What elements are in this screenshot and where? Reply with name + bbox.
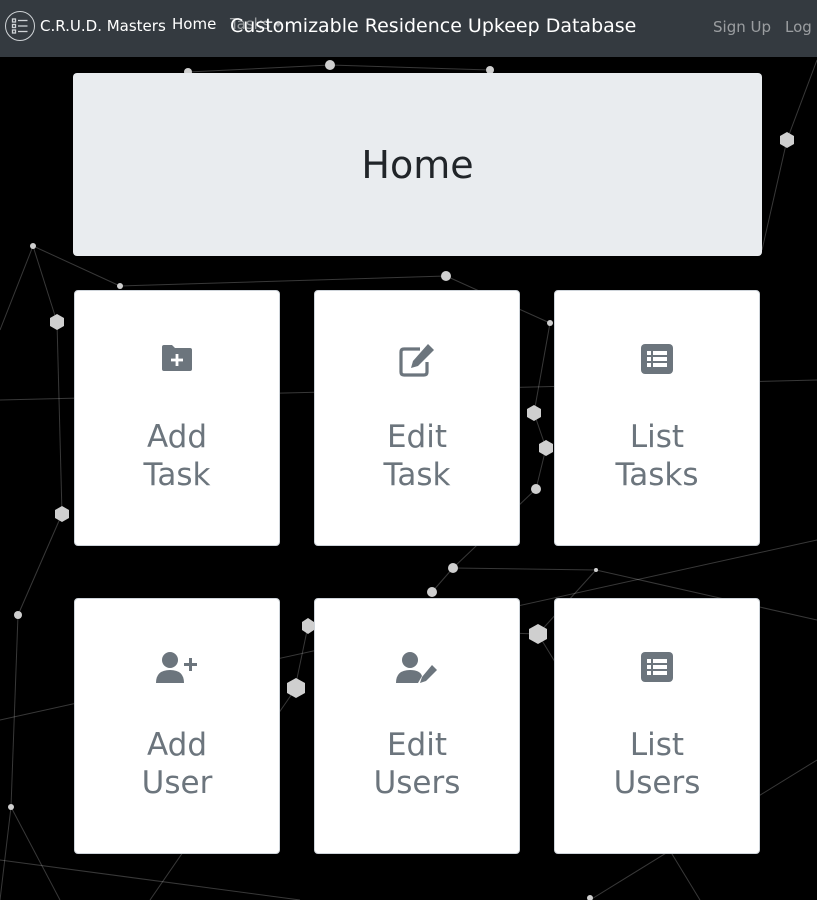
page-title: Home (361, 142, 474, 187)
list-users-card[interactable]: List Users (554, 598, 760, 854)
card-label: Add Task (143, 419, 211, 493)
top-navbar: C.R.U.D. Masters Home Tasks Customizable… (0, 0, 817, 57)
user-plus-icon (75, 651, 279, 687)
brand-name: C.R.U.D. Masters (40, 17, 166, 35)
list-tasks-card[interactable]: List Tasks (554, 290, 760, 546)
card-label: Edit Task (383, 419, 451, 493)
list-icon (555, 343, 759, 379)
card-label: Edit Users (373, 727, 461, 801)
list-icon (555, 651, 759, 687)
page-header: Home (73, 73, 762, 256)
nav-signup-link[interactable]: Sign Up (713, 18, 771, 36)
user-edit-icon (315, 651, 519, 687)
card-label: List Tasks (615, 419, 699, 493)
folder-plus-icon (75, 343, 279, 379)
brand-link[interactable]: C.R.U.D. Masters (5, 10, 166, 42)
checklist-icon (5, 11, 35, 41)
add-user-card[interactable]: Add User (74, 598, 280, 854)
nav-login-link[interactable]: Log (785, 18, 812, 36)
nav-home-link[interactable]: Home (172, 15, 216, 33)
card-label: List Users (613, 727, 701, 801)
card-label: Add User (141, 727, 213, 801)
edit-users-card[interactable]: Edit Users (314, 598, 520, 854)
add-task-card[interactable]: Add Task (74, 290, 280, 546)
edit-task-card[interactable]: Edit Task (314, 290, 520, 546)
site-title: Customizable Residence Upkeep Database (230, 15, 637, 37)
edit-icon (315, 343, 519, 379)
